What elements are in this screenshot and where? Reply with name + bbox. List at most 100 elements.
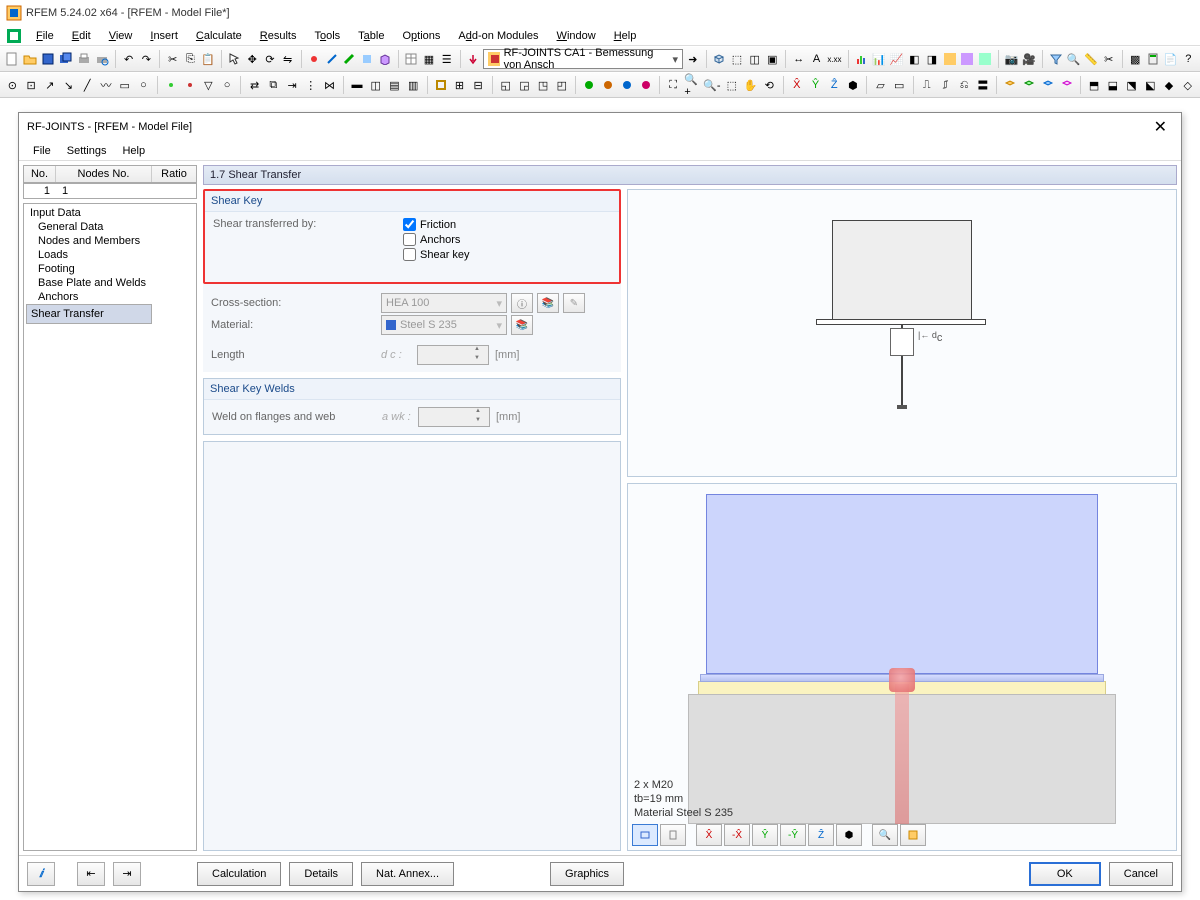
import-button[interactable]: ⇤ <box>77 862 105 886</box>
member-icon[interactable] <box>342 49 358 69</box>
results5-icon[interactable]: ◨ <box>924 49 940 69</box>
graphics-button[interactable]: Graphics <box>550 862 624 886</box>
video-icon[interactable]: 🎥 <box>1021 49 1037 69</box>
results3-icon[interactable]: 📈 <box>889 49 905 69</box>
solid-icon[interactable] <box>377 49 393 69</box>
surf3-icon[interactable]: ▤ <box>386 75 403 95</box>
number-icon[interactable]: x.xx <box>826 49 842 69</box>
cube1-icon[interactable] <box>1002 75 1019 95</box>
node3-icon[interactable] <box>163 75 180 95</box>
tree-baseplate[interactable]: Base Plate and Welds <box>26 276 194 290</box>
dlg-menu-file[interactable]: File <box>25 143 59 159</box>
node4-icon[interactable] <box>181 75 198 95</box>
undo-icon[interactable]: ↶ <box>121 49 137 69</box>
cut-icon[interactable]: ✂ <box>165 49 181 69</box>
ortho-icon[interactable]: ▭ <box>891 75 908 95</box>
annex-button[interactable]: Nat. Annex... <box>361 862 454 886</box>
select-icon[interactable] <box>227 49 243 69</box>
circle-icon[interactable]: ○ <box>135 75 152 95</box>
module-combo[interactable]: RF-JOINTS CA1 - Bemessung von Ansch▾ <box>483 49 683 69</box>
cases-table[interactable]: 1 1 <box>23 183 197 199</box>
calc-icon[interactable] <box>1145 49 1161 69</box>
dlg-menu-help[interactable]: Help <box>114 143 153 159</box>
zoomin-icon[interactable]: 🔍+ <box>683 75 700 95</box>
menu-calculate[interactable]: Calculate <box>188 28 250 44</box>
close-icon[interactable]: ✕ <box>1148 115 1173 139</box>
menu-table[interactable]: Table <box>350 28 392 44</box>
misc1-icon[interactable]: ⬒ <box>1086 75 1103 95</box>
results4-icon[interactable]: ◧ <box>906 49 922 69</box>
sec2-icon[interactable]: ⊞ <box>451 75 468 95</box>
menu-insert[interactable]: Insert <box>142 28 186 44</box>
cb-friction[interactable]: Friction <box>403 218 470 231</box>
menu-edit[interactable]: Edit <box>64 28 99 44</box>
box1-icon[interactable]: ◱ <box>497 75 514 95</box>
paste-icon[interactable]: 📋 <box>200 49 216 69</box>
support-icon[interactable]: ▽ <box>200 75 217 95</box>
new-icon[interactable] <box>4 49 20 69</box>
printpreview-icon[interactable] <box>94 49 110 69</box>
hinge-icon[interactable]: ○ <box>219 75 236 95</box>
pan-icon[interactable]: ✋ <box>742 75 759 95</box>
menu-view[interactable]: View <box>101 28 141 44</box>
layers-icon[interactable]: ☰ <box>439 49 455 69</box>
opt4-icon[interactable] <box>637 75 654 95</box>
ex1-icon[interactable]: ⎍ <box>918 75 935 95</box>
view-z-icon[interactable]: Ẑ <box>808 824 834 846</box>
view-iso-icon[interactable]: ⬢ <box>836 824 862 846</box>
wireframe-icon[interactable]: ⬚ <box>729 49 745 69</box>
view-zoom-icon[interactable]: 🔍 <box>872 824 898 846</box>
save-icon[interactable] <box>40 49 56 69</box>
ex3-icon[interactable]: ⎌ <box>956 75 973 95</box>
render-view[interactable]: 2 x M20 tb=19 mm Material Steel S 235 X̂… <box>627 483 1177 851</box>
view-y-icon[interactable]: Ŷ <box>752 824 778 846</box>
rotate-icon[interactable]: ⟳ <box>262 49 278 69</box>
vx-icon[interactable]: X̂ <box>788 75 805 95</box>
vz-icon[interactable]: Ẑ <box>826 75 843 95</box>
table-row[interactable]: 1 1 <box>24 184 196 198</box>
measure-icon[interactable]: 📏 <box>1083 49 1099 69</box>
tree-footing[interactable]: Footing <box>26 262 194 276</box>
zoomout-icon[interactable]: 🔍- <box>702 75 721 95</box>
orbit-icon[interactable]: ⟲ <box>761 75 778 95</box>
view-x-icon[interactable]: X̂ <box>696 824 722 846</box>
redo-icon[interactable]: ↷ <box>138 49 154 69</box>
nav-tree[interactable]: Input Data General Data Nodes and Member… <box>23 203 197 851</box>
menu-window[interactable]: Window <box>549 28 604 44</box>
zoomwin-icon[interactable]: ⬚ <box>723 75 740 95</box>
print-icon[interactable] <box>76 49 92 69</box>
surf1-icon[interactable]: ▬ <box>349 75 366 95</box>
view-ny-icon[interactable]: -Ŷ <box>780 824 806 846</box>
surface-icon[interactable] <box>359 49 375 69</box>
surf2-icon[interactable]: ◫ <box>367 75 384 95</box>
surf4-icon[interactable]: ▥ <box>405 75 422 95</box>
menu-results[interactable]: Results <box>252 28 305 44</box>
zoomfit-icon[interactable]: ⛶ <box>665 75 682 95</box>
clip-icon[interactable]: ✂ <box>1101 49 1117 69</box>
misc2-icon[interactable]: ⬓ <box>1104 75 1121 95</box>
dimension-icon[interactable]: ↔ <box>791 49 807 69</box>
table-icon[interactable] <box>403 49 419 69</box>
cb-shearkey[interactable]: Shear key <box>403 248 470 261</box>
results2-icon[interactable]: 📊 <box>871 49 887 69</box>
box3-icon[interactable]: ◳ <box>535 75 552 95</box>
sec3-icon[interactable]: ⊟ <box>470 75 487 95</box>
ok-button[interactable]: OK <box>1029 862 1101 886</box>
box2-icon[interactable]: ◲ <box>516 75 533 95</box>
results8-icon[interactable] <box>977 49 993 69</box>
line-icon[interactable] <box>324 49 340 69</box>
tree-shear[interactable]: Shear Transfer <box>26 304 152 324</box>
misc5-icon[interactable]: ◆ <box>1161 75 1178 95</box>
text-icon[interactable]: A <box>809 49 825 69</box>
opt2-icon[interactable] <box>600 75 617 95</box>
tree-loads[interactable]: Loads <box>26 248 194 262</box>
go-icon[interactable]: ➜ <box>685 49 701 69</box>
menu-tools[interactable]: Tools <box>306 28 348 44</box>
rect-icon[interactable]: ▭ <box>116 75 133 95</box>
edit-icon[interactable]: ✎ <box>563 293 585 313</box>
cube3-icon[interactable] <box>1040 75 1057 95</box>
vy-icon[interactable]: Ŷ <box>807 75 824 95</box>
snap2-icon[interactable]: ⊡ <box>23 75 40 95</box>
open-icon[interactable] <box>22 49 38 69</box>
export-button[interactable]: ⇥ <box>113 862 141 886</box>
